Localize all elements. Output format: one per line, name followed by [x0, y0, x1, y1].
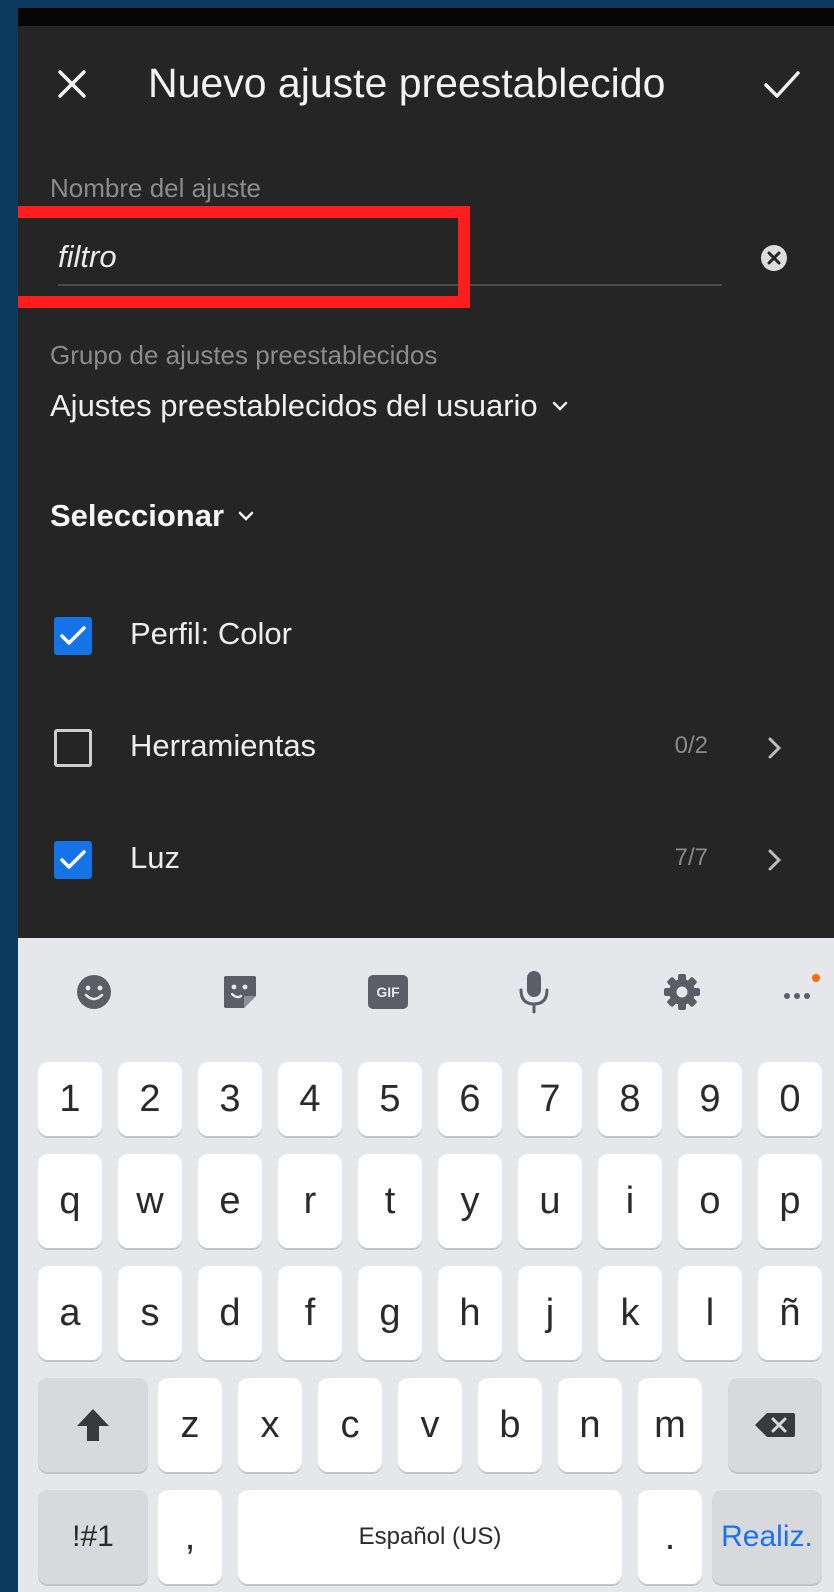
key-5[interactable]: 5: [358, 1062, 422, 1136]
clear-input-button[interactable]: [758, 242, 790, 274]
key-c[interactable]: c: [318, 1378, 382, 1472]
key-v[interactable]: v: [398, 1378, 462, 1472]
key-0[interactable]: 0: [758, 1062, 822, 1136]
key-n[interactable]: n: [558, 1378, 622, 1472]
status-bar: [18, 8, 834, 26]
header: Nuevo ajuste preestablecido: [18, 26, 834, 146]
key-u[interactable]: u: [518, 1154, 582, 1248]
backspace-icon: [755, 1413, 795, 1437]
key-w[interactable]: w: [118, 1154, 182, 1248]
more-options-button[interactable]: [776, 968, 824, 1016]
app-screen: Nuevo ajuste preestablecido Nombre del a…: [18, 8, 834, 1592]
gif-label: GIF: [376, 984, 400, 1000]
more-icon: [784, 974, 820, 999]
microphone-icon: [519, 971, 549, 1014]
shift-key[interactable]: [38, 1378, 148, 1472]
key-2[interactable]: 2: [118, 1062, 182, 1136]
checkbox-checked[interactable]: [54, 841, 92, 879]
setting-label: Luz: [130, 840, 180, 875]
key-r[interactable]: r: [278, 1154, 342, 1248]
check-icon: [60, 850, 86, 869]
setting-label: Perfil: Color: [130, 616, 292, 651]
key-n-tilde[interactable]: ñ: [758, 1266, 822, 1360]
checkbox-checked[interactable]: [54, 617, 92, 655]
gif-icon: GIF: [368, 975, 408, 1009]
key-1[interactable]: 1: [38, 1062, 102, 1136]
key-y[interactable]: y: [438, 1154, 502, 1248]
key-j[interactable]: j: [518, 1266, 582, 1360]
key-i[interactable]: i: [598, 1154, 662, 1248]
chevron-right-icon[interactable]: [762, 734, 788, 762]
key-m[interactable]: m: [638, 1378, 702, 1472]
check-icon: [764, 71, 800, 98]
key-f[interactable]: f: [278, 1266, 342, 1360]
key-g[interactable]: g: [358, 1266, 422, 1360]
key-6[interactable]: 6: [438, 1062, 502, 1136]
preset-group-label: Grupo de ajustes preestablecidos: [50, 340, 438, 370]
emoji-button[interactable]: [70, 968, 118, 1016]
key-z[interactable]: z: [158, 1378, 222, 1472]
setting-label: Herramientas: [130, 728, 317, 763]
select-label: Seleccionar: [50, 498, 225, 533]
comma-key[interactable]: ,: [158, 1490, 222, 1584]
key-7[interactable]: 7: [518, 1062, 582, 1136]
backspace-key[interactable]: [728, 1378, 822, 1472]
key-3[interactable]: 3: [198, 1062, 262, 1136]
key-e[interactable]: e: [198, 1154, 262, 1248]
key-h[interactable]: h: [438, 1266, 502, 1360]
confirm-button[interactable]: [758, 60, 806, 108]
preset-name-input[interactable]: [58, 232, 698, 282]
setting-count: 0/2: [674, 732, 708, 759]
keyboard: GIF 1 2 3 4 5 6 7 8 9 0 q w e r t y u i …: [18, 938, 834, 1592]
preset-group-value: Ajustes preestablecidos del usuario: [50, 388, 538, 423]
key-l[interactable]: l: [678, 1266, 742, 1360]
setting-count: 7/7: [674, 844, 708, 871]
key-k[interactable]: k: [598, 1266, 662, 1360]
key-q[interactable]: q: [38, 1154, 102, 1248]
key-o[interactable]: o: [678, 1154, 742, 1248]
key-4[interactable]: 4: [278, 1062, 342, 1136]
close-button[interactable]: [50, 62, 94, 106]
select-dropdown[interactable]: Seleccionar: [50, 498, 256, 534]
done-key[interactable]: Realiz.: [712, 1490, 822, 1584]
sticker-button[interactable]: [216, 968, 264, 1016]
chevron-right-icon[interactable]: [762, 846, 788, 874]
keyboard-settings-button[interactable]: [658, 968, 706, 1016]
input-underline: [58, 284, 722, 286]
setting-row-profile[interactable]: Perfil: Color: [18, 596, 834, 676]
key-x[interactable]: x: [238, 1378, 302, 1472]
emoji-icon: [77, 975, 111, 1009]
key-a[interactable]: a: [38, 1266, 102, 1360]
settings-icon: [664, 974, 700, 1010]
close-icon: [58, 70, 86, 98]
keyboard-toolbar: GIF: [18, 938, 834, 1044]
checkbox-unchecked[interactable]: [54, 729, 92, 767]
shift-icon: [77, 1409, 109, 1441]
page-title: Nuevo ajuste preestablecido: [148, 60, 666, 106]
chevron-down-icon: [552, 401, 567, 411]
key-s[interactable]: s: [118, 1266, 182, 1360]
key-b[interactable]: b: [478, 1378, 542, 1472]
key-8[interactable]: 8: [598, 1062, 662, 1136]
symbols-key[interactable]: !#1: [38, 1490, 148, 1584]
check-icon: [60, 626, 86, 645]
key-p[interactable]: p: [758, 1154, 822, 1248]
sticker-icon: [224, 976, 256, 1008]
voice-input-button[interactable]: [510, 968, 558, 1016]
setting-row-light[interactable]: Luz 7/7: [18, 820, 834, 900]
preset-group-dropdown[interactable]: Ajustes preestablecidos del usuario: [50, 388, 570, 424]
preset-name-label: Nombre del ajuste: [50, 173, 261, 203]
key-9[interactable]: 9: [678, 1062, 742, 1136]
chevron-down-icon: [238, 511, 254, 521]
key-t[interactable]: t: [358, 1154, 422, 1248]
clear-icon: [761, 245, 787, 271]
space-key[interactable]: Español (US): [238, 1490, 622, 1584]
gif-button[interactable]: GIF: [364, 968, 412, 1016]
setting-row-tools[interactable]: Herramientas 0/2: [18, 708, 834, 788]
key-d[interactable]: d: [198, 1266, 262, 1360]
period-key[interactable]: .: [638, 1490, 702, 1584]
